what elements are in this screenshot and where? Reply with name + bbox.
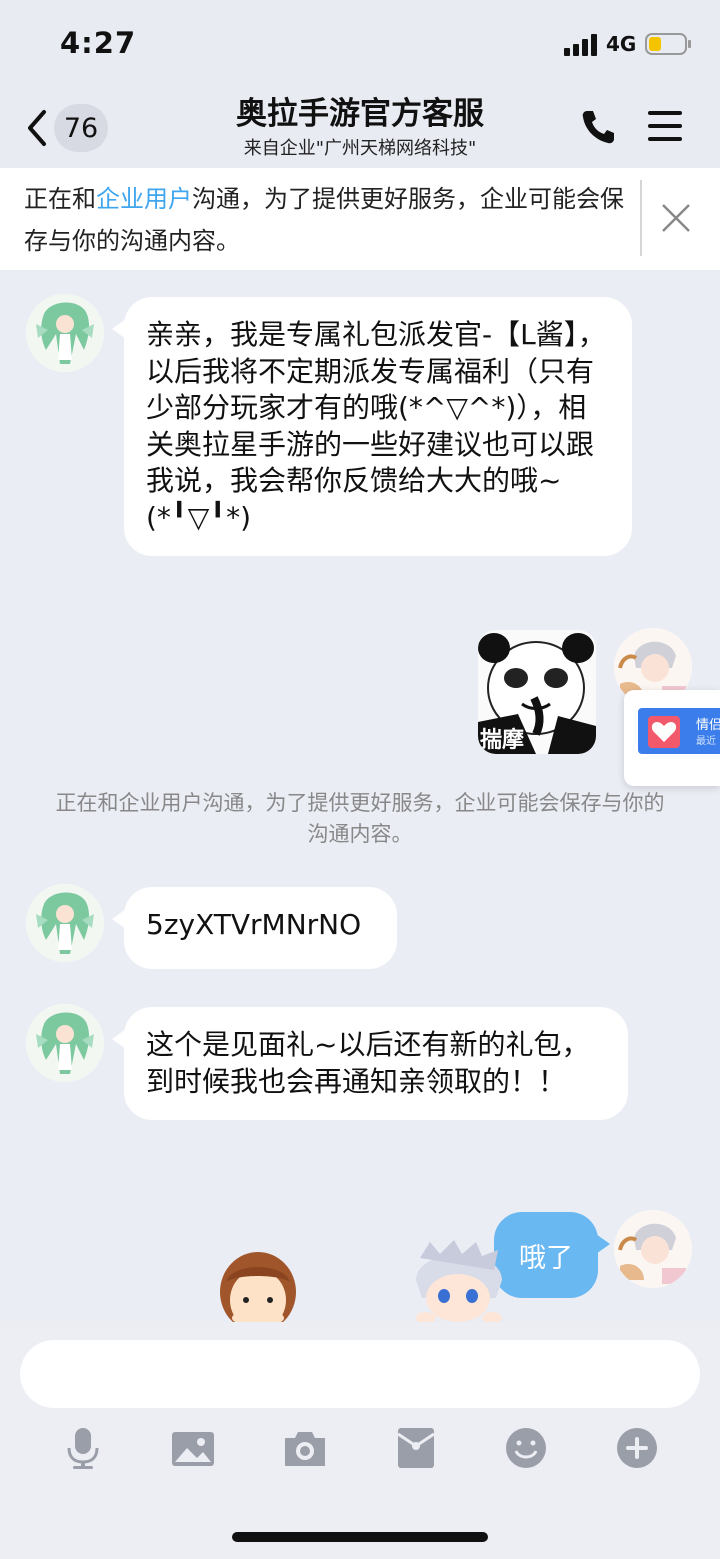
floating-shortcut-card[interactable]: 情侣 最近 (624, 690, 720, 786)
input-area (0, 1322, 720, 1559)
status-time: 4:27 (60, 26, 137, 60)
my-avatar[interactable] (614, 1210, 692, 1288)
message-text: 亲亲，我是专属礼包派发官-【L酱】，以后我将不定期派发专属福利（只有少部分玩家才… (146, 318, 606, 534)
agent-avatar[interactable] (26, 294, 104, 372)
plus-icon[interactable] (615, 1426, 659, 1470)
battery-icon (645, 33, 691, 55)
chat-subtitle: 来自企业"广州天梯网络科技" (243, 138, 477, 159)
back-button[interactable]: 76 (24, 104, 116, 152)
message-text: 5zyXTVrMNrNO (146, 908, 362, 941)
enterprise-user-link[interactable]: 企业用户 (96, 185, 192, 213)
chat-title-block: 奥拉手游官方客服 来自企业"广州天梯网络科技" (140, 96, 580, 160)
system-message: 正在和企业用户沟通，为了提供更好服务，企业可能会保存与你的沟通内容。 (55, 791, 665, 846)
sent-message-bubble[interactable]: 哦了 (494, 1212, 610, 1298)
peeking-boy-sticker (416, 1240, 502, 1322)
heart-icon (648, 716, 680, 748)
chevron-left-icon (28, 110, 46, 146)
panda-sticker[interactable]: 揣摩 (478, 630, 596, 754)
phone-icon[interactable] (580, 108, 616, 146)
image-icon[interactable] (171, 1426, 215, 1470)
camera-icon[interactable] (283, 1426, 327, 1470)
unread-count-badge: 76 (54, 104, 108, 152)
agent-avatar[interactable] (26, 1004, 104, 1082)
floating-card-subtitle: 最近 (696, 736, 716, 747)
signal-icon (564, 34, 597, 56)
network-label: 4G (606, 32, 637, 56)
notice-prefix: 正在和 (24, 185, 96, 213)
sticker-caption: 揣摩 (480, 728, 525, 753)
sent-message-text: 哦了 (519, 1242, 573, 1274)
notice-divider (640, 180, 642, 256)
microphone-icon[interactable] (61, 1426, 105, 1470)
menu-icon[interactable] (646, 108, 684, 144)
chat-title: 奥拉手游官方客服 (236, 96, 484, 132)
message-bubble-gift[interactable]: 这个是见面礼~以后还有新的礼包，到时候我也会再通知亲领取的！！ (112, 1007, 628, 1120)
home-indicator[interactable] (232, 1532, 488, 1542)
notice-text: 正在和企业用户沟通，为了提供更好服务，企业可能会保存与你的沟通内容。 (24, 178, 634, 262)
message-bubble-code[interactable]: 5zyXTVrMNrNO (112, 887, 397, 969)
peeking-girl-sticker (220, 1252, 296, 1322)
floating-card-inner: 情侣 最近 (638, 708, 720, 754)
close-icon[interactable] (660, 202, 692, 234)
message-input[interactable] (20, 1340, 700, 1408)
floating-card-title: 情侣 (696, 718, 720, 733)
agent-avatar[interactable] (26, 884, 104, 962)
red-packet-icon[interactable] (394, 1426, 438, 1470)
header-area: 4:27 4G 76 奥拉手游官方客服 来自企业"广州天梯网络科技" (0, 0, 720, 168)
privacy-notice: 正在和企业用户沟通，为了提供更好服务，企业可能会保存与你的沟通内容。 (0, 168, 720, 270)
message-text: 这个是见面礼~以后还有新的礼包，到时候我也会再通知亲领取的！！ (146, 1028, 590, 1098)
message-bubble-welcome[interactable]: 亲亲，我是专属礼包派发官-【L酱】，以后我将不定期派发专属福利（只有少部分玩家才… (112, 297, 632, 556)
emoji-icon[interactable] (504, 1426, 548, 1470)
